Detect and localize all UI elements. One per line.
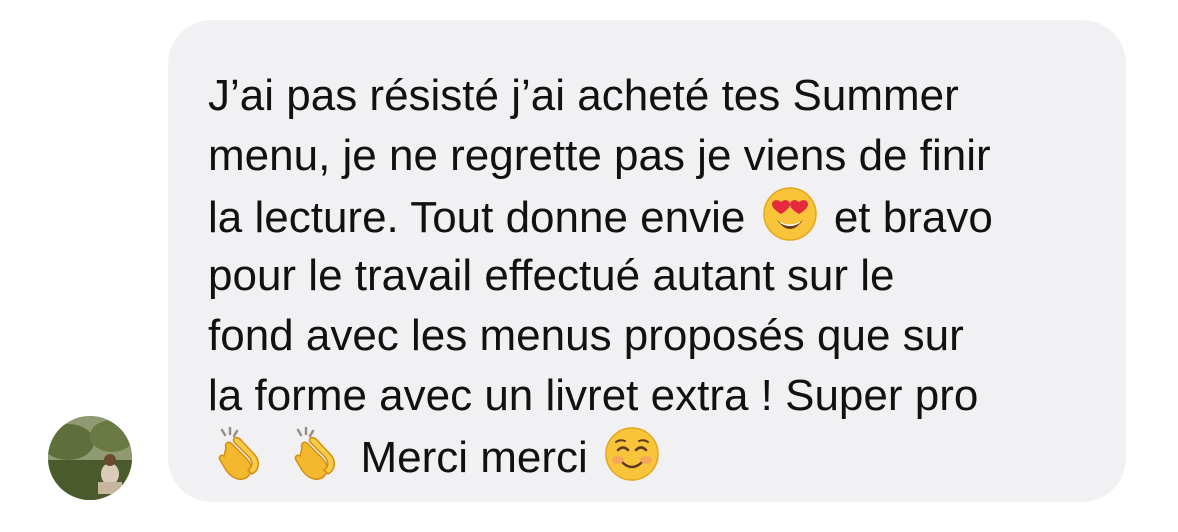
smiling-face-emoji-icon	[604, 426, 660, 482]
message-bubble[interactable]: J’ai pas résisté j’ai acheté tes Summer …	[168, 20, 1126, 502]
message-text: Merci merci	[360, 433, 588, 482]
message-line: la lecture. Tout donne envie et bravo	[208, 186, 1086, 246]
avatar-photo	[48, 416, 132, 500]
clapping-hands-emoji-icon	[288, 426, 344, 482]
message-line: J’ai pas résisté j’ai acheté tes Summer	[208, 71, 959, 120]
message-line: la forme avec un livret extra ! Super pr…	[208, 371, 979, 420]
message-line: menu, je ne regrette pas je viens de fin…	[208, 131, 991, 180]
message-thread: J’ai pas résisté j’ai acheté tes Summer …	[0, 0, 1178, 532]
message-line: Merci merci	[208, 426, 1086, 486]
message-text: et bravo	[833, 193, 993, 242]
avatar[interactable]	[48, 416, 132, 500]
heart-eyes-emoji-icon	[762, 186, 818, 242]
message-text: la lecture. Tout donne envie	[208, 193, 746, 242]
clapping-hands-emoji-icon	[212, 426, 268, 482]
message-line: fond avec les menus proposés que sur	[208, 311, 964, 360]
message-line: pour le travail effectué autant sur le	[208, 251, 895, 300]
